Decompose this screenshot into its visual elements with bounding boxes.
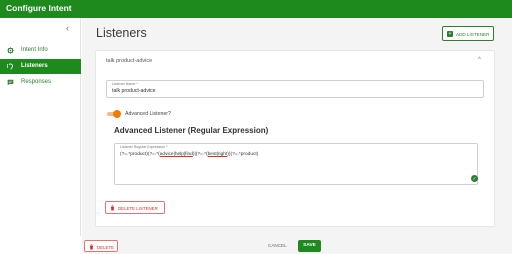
trash-icon — [110, 205, 115, 211]
collapse-sidebar-icon[interactable]: ‹ — [66, 23, 69, 33]
listeners-icon — [7, 63, 14, 70]
sidebar-item-label: Listeners — [21, 63, 48, 69]
chevron-up-icon[interactable]: ^ — [478, 57, 481, 63]
page-title: Listeners — [96, 26, 147, 40]
listener-panel-title[interactable]: talk product-advice — [106, 58, 152, 64]
sidebar-item-label: Intent Info — [21, 47, 48, 53]
app-header: Configure Intent — [0, 0, 512, 18]
delete-label: DELETE — [97, 244, 115, 250]
advanced-listener-title: Advanced Listener (Regular Expression) — [114, 126, 269, 135]
trash-icon — [89, 244, 94, 250]
app-title: Configure Intent — [6, 3, 72, 13]
regex-part-flagged: advice|help|find — [159, 152, 193, 157]
delete-listener-button[interactable]: DELETE LISTENER — [105, 201, 165, 214]
plus-icon: + — [447, 31, 453, 37]
sidebar-item-responses[interactable]: Responses — [0, 75, 81, 90]
listener-name-field[interactable]: Listener Name * — [106, 80, 484, 98]
delete-intent-button[interactable]: DELETE — [84, 240, 118, 252]
listener-panel: talk product-advice ^ Listener Name * Ad… — [96, 51, 494, 226]
regex-label: Listener Regular Expression * — [120, 145, 168, 149]
regex-part: )|(?=.*( — [192, 152, 208, 157]
cancel-button[interactable]: CANCEL — [268, 243, 287, 248]
main-content: Listeners + ADD LISTENER talk product-ad… — [82, 18, 512, 236]
delete-listener-label: DELETE LISTENER — [118, 206, 158, 211]
grammar-check-icon[interactable]: ✓ — [471, 175, 478, 182]
toggle-thumb — [113, 110, 121, 118]
add-listener-button[interactable]: + ADD LISTENER — [442, 26, 494, 41]
gear-icon — [7, 47, 14, 54]
regex-field[interactable]: Listener Regular Expression * (?=.*produ… — [114, 143, 478, 185]
regex-part: ))(?=.*product) — [227, 152, 259, 157]
add-listener-label: ADD LISTENER — [456, 32, 490, 37]
sidebar: ‹ Intent Info Listeners Responses — [0, 18, 81, 236]
listener-name-label: Listener Name * — [112, 82, 138, 86]
regex-part-flagged: best|right — [207, 152, 228, 157]
chat-icon — [7, 79, 14, 86]
sidebar-item-listeners[interactable]: Listeners — [0, 59, 81, 74]
advanced-listener-toggle[interactable] — [107, 110, 121, 118]
listener-name-input[interactable] — [112, 88, 472, 94]
regex-input[interactable]: (?=.*product)(?=.*(advice|help|find)|(?=… — [120, 152, 258, 157]
sidebar-item-intent-info[interactable]: Intent Info — [0, 43, 81, 58]
regex-part: (?=.*product)(?=.*( — [120, 152, 160, 157]
advanced-listener-label: Advanced Listener? — [125, 111, 171, 117]
sidebar-item-label: Responses — [21, 79, 52, 85]
footer-actions: DELETE CANCEL SAVE — [82, 236, 512, 254]
save-button[interactable]: SAVE — [298, 240, 321, 252]
